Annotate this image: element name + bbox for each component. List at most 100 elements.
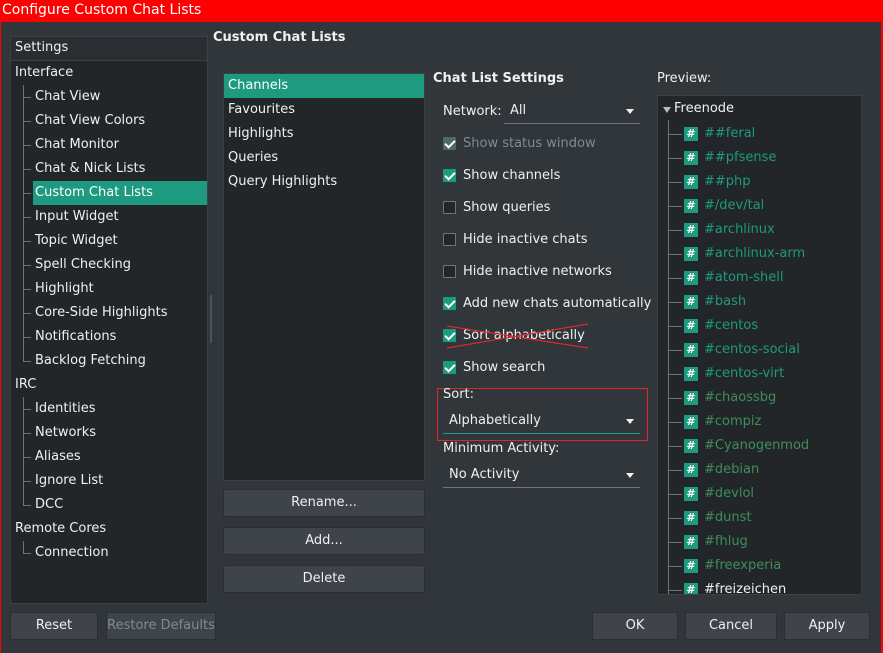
preview-channel-name: #archlinux [704,222,775,237]
checkbox[interactable] [443,297,456,310]
preview-channel-name: #fhlug [704,534,748,549]
sidebar-item[interactable]: Identities [11,397,207,421]
min-activity-combo[interactable]: No Activity [443,464,640,488]
chat-list-item[interactable]: Queries [224,146,424,170]
chat-list-settings-title: Chat List Settings [433,71,564,86]
checkbox[interactable] [443,233,456,246]
delete-button[interactable]: Delete [223,565,425,593]
preview-channel[interactable]: # #dunst [668,506,858,530]
preview-channel[interactable]: # #centos [668,314,858,338]
tree-line [23,541,24,553]
channel-hash-icon: # [684,463,698,477]
checkbox[interactable] [443,329,456,342]
restore-defaults-button[interactable]: Restore Defaults [106,612,216,640]
checkbox[interactable] [443,137,456,150]
preview-channel[interactable]: # ##php [668,170,858,194]
channel-hash-icon: # [684,367,698,381]
sidebar-item[interactable]: Backlog Fetching [11,349,207,373]
channel-hash-icon: # [684,151,698,165]
sidebar-item[interactable]: Highlight [11,277,207,301]
preview-network-node[interactable]: Freenode [660,98,734,122]
preview-channel[interactable]: # #chaossbg [668,386,858,410]
checkbox[interactable] [443,265,456,278]
sidebar-item[interactable]: Chat & Nick Lists [11,157,207,181]
sidebar-item[interactable]: Ignore List [11,469,207,493]
chat-list-item[interactable]: Query Highlights [224,170,424,194]
preview-channel[interactable]: # #devlol [668,482,858,506]
preview-channel-name: #/dev/tal [704,198,765,213]
checkbox-label: Add new chats automatically [463,296,652,311]
channel-hash-icon: # [684,295,698,309]
preview-channel[interactable]: # #freexperia [668,554,858,578]
preview-channel[interactable]: # #archlinux [668,218,858,242]
sidebar-item[interactable]: Chat View Colors [11,109,207,133]
preview-channel[interactable]: # #atom-shell [668,266,858,290]
checkbox-label: Show search [463,360,546,375]
channel-hash-icon: # [684,511,698,525]
rename-button[interactable]: Rename... [223,489,425,517]
sidebar-item[interactable]: Core-Side Highlights [11,301,207,325]
sort-combo[interactable]: Alphabetically [443,410,640,434]
preview-channel[interactable]: # #archlinux-arm [668,242,858,266]
checkbox[interactable] [443,361,456,374]
preview-channel[interactable]: # #Cyanogenmod [668,434,858,458]
sidebar-item[interactable]: Topic Widget [11,229,207,253]
chat-list-names[interactable]: Channels Favourites Highlights Queries Query… [223,73,425,481]
sidebar-category[interactable]: IRC [11,373,207,397]
checkbox[interactable] [443,169,456,182]
settings-tree-header[interactable]: Settings [11,37,207,61]
reset-button[interactable]: Reset [10,612,98,640]
channel-hash-icon: # [684,223,698,237]
settings-tree-scrollbar[interactable] [210,295,212,343]
preview-channel[interactable]: # #centos-virt [668,362,858,386]
channel-hash-icon: # [684,583,698,594]
cancel-button[interactable]: Cancel [685,612,777,640]
preview-channel[interactable]: # #bash [668,290,858,314]
sidebar-category[interactable]: Remote Cores [11,517,207,541]
sidebar-item[interactable]: Notifications [11,325,207,349]
sidebar-item[interactable]: Chat Monitor [11,133,207,157]
sidebar-item[interactable]: Spell Checking [11,253,207,277]
channel-hash-icon: # [684,439,698,453]
channel-hash-icon: # [684,247,698,261]
preview-channel[interactable]: # ##pfsense [668,146,858,170]
preview-channel-name: #debian [704,462,760,477]
sidebar-item[interactable]: Aliases [11,445,207,469]
channel-hash-icon: # [684,535,698,549]
ok-button[interactable]: OK [592,612,678,640]
preview-channel[interactable]: # #freizeichen [668,578,858,594]
sort-value: Alphabetically [449,413,541,428]
channel-hash-icon: # [684,319,698,333]
preview-channel[interactable]: # #compiz [668,410,858,434]
sidebar-item[interactable]: Chat View [11,85,207,109]
preview-channel[interactable]: # #/dev/tal [668,194,858,218]
sidebar-item[interactable]: Custom Chat Lists [23,181,207,205]
window-frame-left [0,22,1,653]
chat-list-item[interactable]: Channels [224,74,424,98]
preview-channel[interactable]: # #centos-social [668,338,858,362]
checkbox[interactable] [443,201,456,214]
sidebar-category[interactable]: Interface [11,61,207,85]
sidebar-item[interactable]: Connection [11,541,207,565]
preview-channel[interactable]: # #fhlug [668,530,858,554]
chevron-down-icon [626,419,634,424]
network-combo[interactable]: All [504,100,640,124]
settings-tree[interactable]: Settings Interface Chat View Chat View Col… [10,36,212,604]
preview-network-name: Freenode [674,101,735,116]
tree-line [23,85,24,361]
preview-tree[interactable]: Freenode # ##feral # ##pfsense # ##php # #/dev/… [657,95,862,595]
chevron-down-icon [626,109,634,114]
apply-button[interactable]: Apply [784,612,870,640]
preview-channel[interactable]: # #debian [668,458,858,482]
preview-channel-name: #atom-shell [704,270,784,285]
sidebar-item[interactable]: Networks [11,421,207,445]
expand-arrow-icon[interactable] [663,107,671,113]
add-button[interactable]: Add... [223,527,425,555]
chat-list-item[interactable]: Favourites [224,98,424,122]
sidebar-item[interactable]: DCC [11,493,207,517]
preview-channel-name: #freexperia [704,558,782,573]
channel-hash-icon: # [684,271,698,285]
sidebar-item[interactable]: Input Widget [11,205,207,229]
preview-channel[interactable]: # ##feral [668,122,858,146]
chat-list-item[interactable]: Highlights [224,122,424,146]
